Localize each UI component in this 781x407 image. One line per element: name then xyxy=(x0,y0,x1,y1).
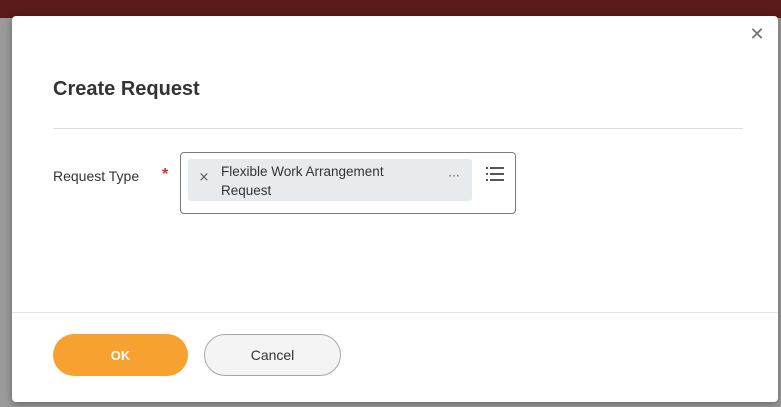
request-type-input[interactable]: × Flexible Work Arrangement Request ··· xyxy=(180,152,516,214)
request-type-label: Request Type xyxy=(53,168,140,184)
list-icon-graphic xyxy=(486,167,504,181)
remove-selection-icon[interactable]: × xyxy=(196,170,212,186)
close-icon[interactable]: ✕ xyxy=(746,24,768,46)
ok-button[interactable]: OK xyxy=(53,334,188,376)
create-request-dialog: ✕ Create Request Request Type * × Flexib… xyxy=(12,16,778,402)
selected-text-line-2: Request xyxy=(221,183,272,198)
more-options-icon[interactable]: ··· xyxy=(444,167,464,185)
required-marker: * xyxy=(162,166,169,183)
list-icon[interactable] xyxy=(483,163,507,185)
title-divider xyxy=(53,128,743,129)
selected-text-line-1: Flexible Work Arrangement xyxy=(221,164,384,179)
dialog-title: Create Request xyxy=(53,78,200,100)
selected-request-type-text: Flexible Work Arrangement Request xyxy=(221,162,431,200)
selected-request-type-pill[interactable]: × Flexible Work Arrangement Request ··· xyxy=(188,159,472,201)
cancel-button[interactable]: Cancel xyxy=(204,334,341,376)
footer-divider xyxy=(12,312,778,313)
